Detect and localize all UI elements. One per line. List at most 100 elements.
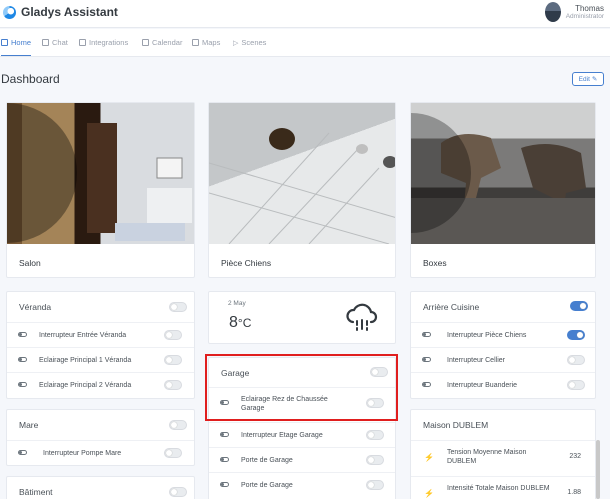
camera-image-boxes[interactable] xyxy=(411,103,595,244)
nav-chat[interactable]: Chat xyxy=(42,38,68,47)
room-toggle[interactable] xyxy=(169,420,187,430)
switch-icon xyxy=(18,450,27,455)
device-label: Interrupteur Buanderie xyxy=(447,382,518,389)
device-label: Eclairage Principal 1 Véranda xyxy=(39,357,132,364)
nav-calendar[interactable]: Calendar xyxy=(142,38,182,47)
device-label: Interrupteur Pompe Mare xyxy=(43,450,122,457)
device-row: Porte de Garage xyxy=(209,447,395,473)
scrollbar[interactable] xyxy=(596,440,600,499)
temperature-unit: °C xyxy=(237,316,252,330)
sensor-label: Tension Moyenne Maison DUBLEM xyxy=(447,449,527,465)
switch-icon xyxy=(422,382,431,387)
sensor-value: 1.88 xyxy=(567,489,581,496)
switch-icon xyxy=(18,357,27,362)
room-title: Maison DUBLEM xyxy=(423,420,489,430)
edit-button[interactable]: Edit ✎ xyxy=(572,72,604,86)
camera-card-piece-chiens[interactable]: Pièce Chiens xyxy=(208,102,396,278)
device-toggle[interactable] xyxy=(164,380,182,390)
device-label: Eclairage Principal 2 Véranda xyxy=(39,382,132,389)
edit-label: Edit xyxy=(578,75,590,83)
device-row: Eclairage Principal 2 Véranda xyxy=(7,372,194,398)
camera-card-boxes[interactable]: Boxes xyxy=(410,102,596,278)
room-toggle[interactable] xyxy=(169,302,187,312)
room-card-mare: Mare Interrupteur Pompe Mare xyxy=(6,409,195,466)
nav-calendar-label: Calendar xyxy=(152,38,183,47)
nav-home[interactable]: Home xyxy=(1,38,32,56)
app-title: Gladys Assistant xyxy=(21,5,118,19)
sensor-value: 232 xyxy=(569,453,581,460)
room-title: Véranda xyxy=(19,302,52,312)
room-toggle[interactable] xyxy=(169,487,187,497)
device-toggle[interactable] xyxy=(567,380,585,390)
nav-chat-label: Chat xyxy=(52,38,68,47)
switch-icon xyxy=(220,432,229,437)
weather-date: 2 May xyxy=(228,300,246,307)
device-toggle[interactable] xyxy=(164,330,182,340)
room-toggle[interactable] xyxy=(570,301,588,311)
nav-scenes-label: Scenes xyxy=(241,38,267,47)
boxes-scene xyxy=(411,113,595,244)
room-title: Mare xyxy=(19,420,39,430)
device-toggle[interactable] xyxy=(366,455,384,465)
switch-icon xyxy=(18,332,27,337)
user-role: Administrator xyxy=(565,13,604,20)
room-card-batiment: Bâtiment xyxy=(6,476,195,499)
device-toggle[interactable] xyxy=(567,355,585,365)
device-row: Porte de Garage xyxy=(209,472,395,498)
chat-icon xyxy=(42,39,49,46)
device-label: Interrupteur Cellier xyxy=(447,357,505,364)
calendar-icon xyxy=(142,39,149,46)
device-row: Eclairage Principal 1 Véranda xyxy=(7,347,194,373)
user-menu[interactable]: Thomas Administrator xyxy=(544,2,604,22)
play-icon: ▷ xyxy=(233,39,239,47)
device-label: Porte de Garage xyxy=(241,482,293,489)
nav-integrations[interactable]: Integrations xyxy=(79,38,128,47)
switch-icon xyxy=(220,457,229,462)
camera-label: Salon xyxy=(19,258,41,268)
room-card-maison-dublem: Maison DUBLEM ⚡ Tension Moyenne Maison D… xyxy=(410,409,596,499)
home-icon xyxy=(1,39,8,46)
nav-maps[interactable]: Maps xyxy=(192,38,220,47)
device-label: Interrupteur Pièce Chiens xyxy=(447,332,527,339)
device-row: Interrupteur Buanderie xyxy=(411,372,595,398)
page-title: Dashboard xyxy=(1,72,60,86)
camera-image-salon[interactable] xyxy=(7,103,194,244)
highlight-box xyxy=(205,354,398,421)
grid-icon xyxy=(79,39,86,46)
device-row: Interrupteur Entrée Véranda xyxy=(7,322,194,348)
user-name: Thomas xyxy=(575,4,604,13)
room-card-veranda: Véranda Interrupteur Entrée Véranda Ecla… xyxy=(6,291,195,399)
user-info: Thomas Administrator xyxy=(566,4,604,20)
sensor-row: ⚡ Intensité Totale Maison DUBLEM 1.88 xyxy=(411,476,595,499)
rain-cloud-icon xyxy=(346,303,378,331)
switch-icon xyxy=(220,482,229,487)
nav-home-label: Home xyxy=(11,38,32,47)
map-icon xyxy=(192,39,199,46)
device-label: Interrupteur Etage Garage xyxy=(241,432,323,439)
lightning-icon: ⚡ xyxy=(424,489,434,498)
device-toggle[interactable] xyxy=(366,480,384,490)
camera-image-piece-chiens[interactable] xyxy=(209,103,395,244)
device-toggle[interactable] xyxy=(567,330,585,340)
top-bar: Gladys Assistant Thomas Administrator xyxy=(0,0,610,28)
brand[interactable]: Gladys Assistant xyxy=(3,5,118,19)
weather-card: 2 May 8°C xyxy=(208,291,396,344)
nav-maps-label: Maps xyxy=(202,38,221,47)
sensor-row: ⚡ Tension Moyenne Maison DUBLEM 232 xyxy=(411,440,595,473)
switch-icon xyxy=(422,332,431,337)
room-title: Arrière Cuisine xyxy=(423,302,480,312)
salon-scene xyxy=(7,103,192,243)
device-label: Interrupteur Entrée Véranda xyxy=(39,332,127,339)
chiens-scene xyxy=(209,128,395,244)
device-toggle[interactable] xyxy=(366,430,384,440)
switch-icon xyxy=(18,382,27,387)
nav-integrations-label: Integrations xyxy=(89,38,129,47)
temperature-value: 8 xyxy=(229,314,238,331)
nav-scenes[interactable]: ▷ Scenes xyxy=(233,38,266,47)
avatar xyxy=(544,2,561,22)
device-toggle[interactable] xyxy=(164,355,182,365)
switch-icon xyxy=(422,357,431,362)
device-toggle[interactable] xyxy=(164,448,182,458)
device-row: Interrupteur Pompe Mare xyxy=(7,440,194,466)
camera-card-salon[interactable]: Salon xyxy=(6,102,195,278)
